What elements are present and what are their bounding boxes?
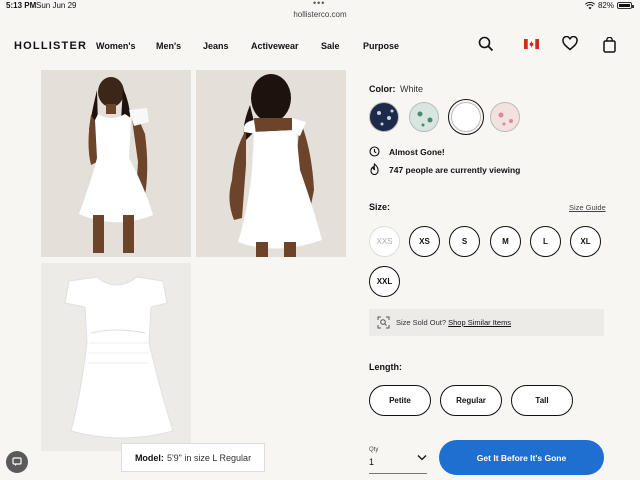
nav-link-men[interactable]: Men's (156, 41, 181, 51)
model-info: 5'9" in size L Regular (166, 452, 252, 463)
canada-flag-icon[interactable] (524, 39, 539, 49)
nav-link-jeans[interactable]: Jeans (203, 41, 229, 51)
status-right: 82% (584, 1, 634, 10)
size-option-m[interactable]: M (490, 226, 521, 257)
status-time: 5:13 PM (6, 1, 37, 10)
wifi-icon (584, 1, 595, 9)
clock-icon (369, 146, 380, 157)
size-sold-out-banner: Size Sold Out? Shop Similar Items (369, 309, 604, 336)
almost-gone-text: Almost Gone! (389, 147, 445, 157)
color-label: Color: (369, 84, 396, 94)
shopping-bag-icon[interactable] (603, 37, 616, 53)
battery-icon (617, 2, 634, 9)
viewing-count-text: 747 people are currently viewing (389, 165, 521, 175)
nav-link-purpose[interactable]: Purpose (363, 41, 399, 51)
swatch-white[interactable] (448, 99, 484, 135)
size-guide-link[interactable]: Size Guide (569, 203, 606, 212)
add-to-bag-button[interactable]: Get It Before It's Gone (439, 440, 604, 475)
size-option-l[interactable]: L (530, 226, 561, 257)
nav-link-women[interactable]: Women's (96, 41, 135, 51)
length-option-tall[interactable]: Tall (511, 385, 573, 416)
size-option-xxs[interactable]: XXS (369, 226, 400, 257)
chevron-down-icon[interactable] (417, 454, 427, 461)
chat-button[interactable] (6, 451, 28, 473)
length-option-regular[interactable]: Regular (440, 385, 502, 416)
address-bar-url[interactable]: hollisterco.com (0, 10, 640, 19)
size-label: Size: (369, 202, 391, 212)
chat-icon (12, 457, 22, 466)
quantity-label: Qty (369, 447, 379, 453)
flame-icon (370, 163, 379, 175)
product-photo-back[interactable] (196, 70, 346, 257)
sold-out-prompt: Size Sold Out? (396, 318, 447, 327)
color-heading: Color: White (369, 79, 423, 97)
swatch-green-floral[interactable] (409, 102, 439, 132)
model-label: Model: (134, 452, 164, 463)
length-label: Length: (369, 362, 402, 372)
size-option-xs[interactable]: XS (409, 226, 440, 257)
nav-link-activewear[interactable]: Activewear (251, 41, 299, 51)
status-date: Sun Jun 29 (36, 1, 77, 10)
size-option-xxl[interactable]: XXL (369, 266, 400, 297)
model-info-tag: Model: 5'9" in size L Regular (121, 443, 265, 472)
size-option-xl[interactable]: XL (570, 226, 601, 257)
length-option-petite[interactable]: Petite (369, 385, 431, 416)
shop-similar-link[interactable]: Shop Similar Items (448, 318, 511, 327)
search-icon[interactable] (478, 36, 494, 52)
top-nav: HOLLISTER Women's Men's Jeans Activewear… (0, 22, 640, 68)
heart-icon[interactable] (562, 36, 578, 51)
brand-logo[interactable]: HOLLISTER (14, 40, 87, 52)
swatch-navy-floral[interactable] (369, 102, 399, 132)
more-dots-icon[interactable]: ••• (313, 0, 325, 8)
quantity-underline (369, 473, 427, 474)
scan-search-icon (377, 316, 390, 329)
swatch-pink-floral[interactable] (490, 102, 520, 132)
quantity-select[interactable]: 1 (369, 457, 374, 467)
color-selected: White (399, 84, 423, 94)
product-photo-front[interactable] (41, 70, 191, 257)
size-option-s[interactable]: S (449, 226, 480, 257)
product-photo-flat[interactable] (41, 263, 191, 451)
nav-link-sale[interactable]: Sale (321, 41, 340, 51)
status-bar: 5:13 PM Sun Jun 29 ••• hollisterco.com 8… (0, 0, 640, 22)
battery-percent: 82% (597, 1, 614, 10)
